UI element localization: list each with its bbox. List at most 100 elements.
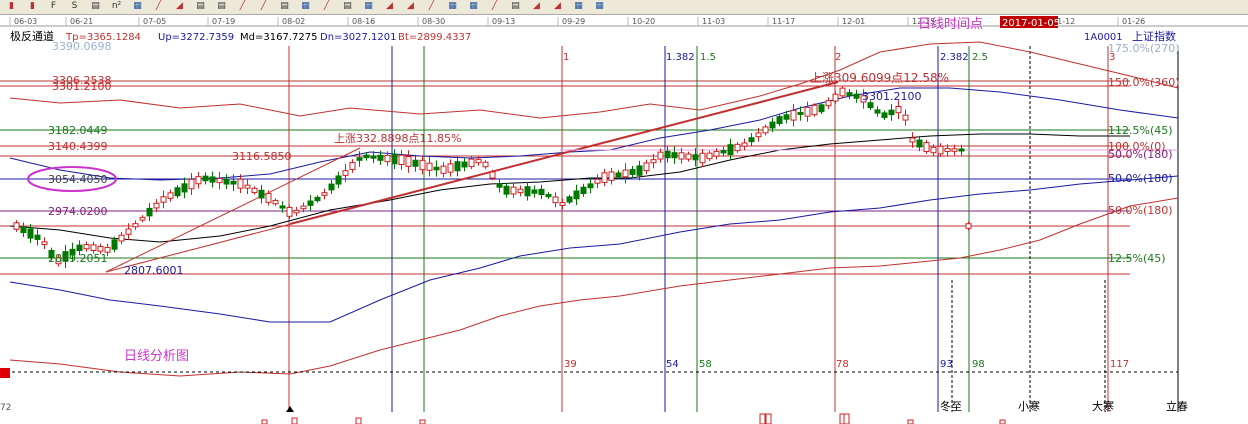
candle-body xyxy=(636,165,643,176)
candle-body xyxy=(923,142,930,152)
price-label: 3182.0449 xyxy=(48,124,108,137)
candle-body xyxy=(328,183,335,191)
day-count-label: 93 xyxy=(940,359,953,370)
candle-body xyxy=(160,196,167,203)
candle-body xyxy=(90,244,97,251)
date-badge: 2017-01-05 xyxy=(1002,18,1060,29)
candle-body xyxy=(727,144,734,156)
candle-body xyxy=(244,184,251,189)
candle-body xyxy=(888,109,895,116)
candle-body xyxy=(538,188,545,196)
volume-bar xyxy=(907,419,914,424)
time-tick-label: 08-16 xyxy=(352,17,375,26)
candle-body xyxy=(699,152,706,164)
day-count-label: 39 xyxy=(564,359,577,370)
candle-body xyxy=(629,169,636,175)
candle-body xyxy=(398,154,405,166)
percent-label: 12.5%(45) xyxy=(1108,252,1166,265)
candle-body xyxy=(601,172,608,183)
candle-body xyxy=(139,216,146,221)
fib-ratio-label: 3 xyxy=(1109,52,1115,63)
candle-body xyxy=(909,137,916,143)
candle-body xyxy=(510,186,517,195)
fib-ratio-label: 2.382 xyxy=(940,52,969,63)
candle-body xyxy=(503,185,510,195)
volume-bar xyxy=(999,419,1006,424)
candle-body xyxy=(293,209,300,214)
candle-body xyxy=(468,158,475,167)
candle-body xyxy=(363,154,370,159)
fib-ratio-label: 2.5 xyxy=(972,52,988,63)
percent-label: 175.0%(270) xyxy=(1108,42,1180,55)
fib-ratio-label: 1.382 xyxy=(666,52,695,63)
day-count-label: 54 xyxy=(666,359,679,370)
candle-body xyxy=(839,87,846,97)
candle-body xyxy=(524,186,531,197)
candle-body xyxy=(622,169,629,178)
candle-body xyxy=(762,126,769,134)
candle-body xyxy=(482,161,489,168)
time-marker xyxy=(286,406,294,412)
candle-body xyxy=(671,152,678,159)
candle-body xyxy=(489,171,496,179)
candle-body xyxy=(552,196,559,204)
candle-body xyxy=(286,207,293,217)
candle-body xyxy=(34,234,41,240)
volume-bar xyxy=(261,419,268,424)
candle-body xyxy=(748,137,755,143)
candle-body xyxy=(650,159,657,164)
candle-body xyxy=(447,163,454,173)
time-tick-label: 06-03 xyxy=(14,17,37,26)
candle-body xyxy=(391,154,398,165)
candle-body xyxy=(580,186,587,194)
candle-body xyxy=(125,228,132,235)
candle-body xyxy=(720,149,727,154)
percent-label: 150.0%(360) xyxy=(1108,76,1180,89)
candle-body xyxy=(426,162,433,171)
candle-body xyxy=(454,161,461,172)
plot-area: 3390.06983306.25383301.21003182.04493140… xyxy=(0,40,1188,424)
percent-label: 50.0%(180) xyxy=(1108,148,1173,161)
rise-label: 上涨332.8898点11.85% xyxy=(334,132,461,145)
candle-body xyxy=(153,202,160,209)
candle-body xyxy=(265,192,272,203)
candle-body xyxy=(657,151,664,160)
candle-body xyxy=(83,243,90,250)
candle-body xyxy=(440,165,447,174)
time-tick-label: 12-01 xyxy=(842,17,865,26)
candle-body xyxy=(965,223,972,229)
candle-body xyxy=(804,106,811,117)
solar-term-label: 大寒 xyxy=(1092,399,1114,413)
candle-body xyxy=(370,155,377,159)
candle-body xyxy=(559,202,566,206)
candle-body xyxy=(930,146,937,154)
price-label: 3390.0698 xyxy=(52,40,112,53)
candle-body xyxy=(356,157,363,161)
candle-body xyxy=(608,171,615,181)
candle-body xyxy=(76,244,83,252)
candle-body xyxy=(951,148,958,152)
candle-body xyxy=(594,178,601,184)
indicator-name: 极反通道 xyxy=(10,29,54,43)
volume-bar xyxy=(765,413,772,424)
fib-ratio-label: 1 xyxy=(563,52,569,63)
candle-body xyxy=(475,158,482,164)
bottom-left-label: 72 xyxy=(0,403,11,413)
dn-value: Dn=3027.1201 xyxy=(320,32,397,43)
candle-body xyxy=(377,154,384,161)
day-count-label: 58 xyxy=(699,359,712,370)
candle-body xyxy=(713,150,720,157)
time-tick-label: 09-29 xyxy=(562,17,585,26)
candle-body xyxy=(496,183,503,188)
candle-body xyxy=(874,109,881,114)
solar-term-label: 冬至 xyxy=(940,399,962,413)
time-tick-label: 09-13 xyxy=(492,17,515,26)
candle-body xyxy=(566,196,573,203)
candle-body xyxy=(195,176,202,185)
candle-body xyxy=(741,142,748,147)
candle-body xyxy=(419,159,426,171)
candle-body xyxy=(811,104,818,116)
upper-channel-curve xyxy=(9,41,1179,119)
candle-body xyxy=(27,228,34,239)
volume-bar xyxy=(419,419,426,424)
